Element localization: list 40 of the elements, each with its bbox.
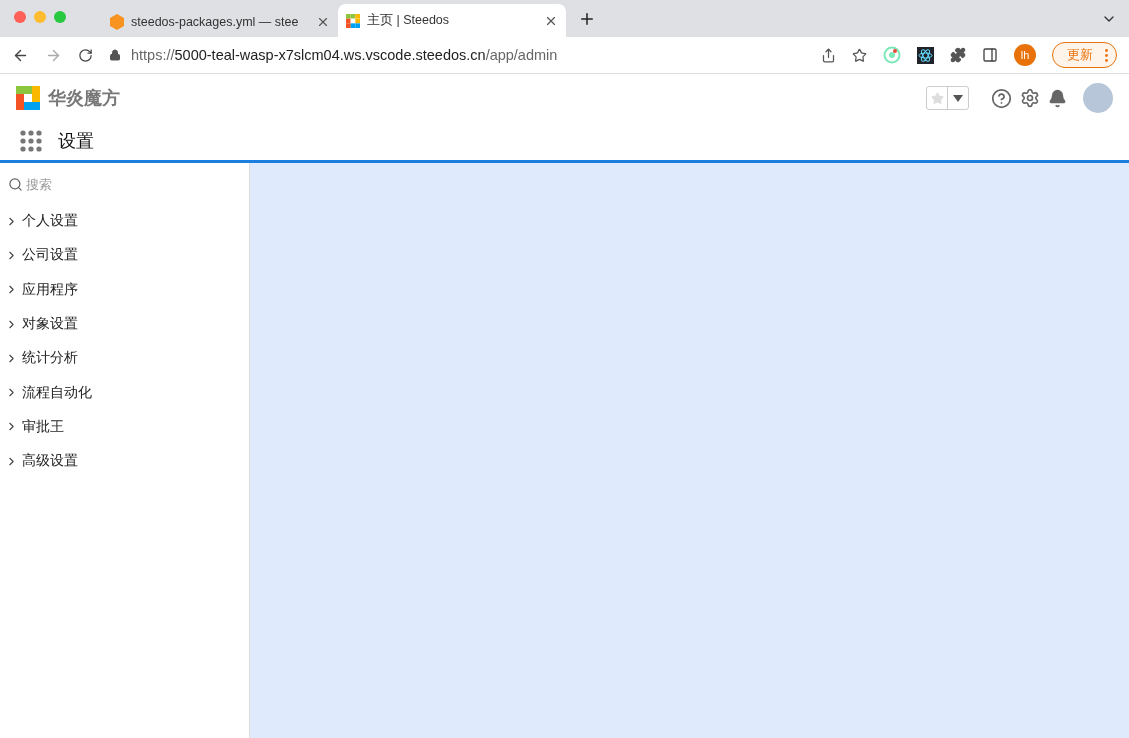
address-field[interactable]: https://5000-teal-wasp-x7slcm04.ws.vscode.steedos.cn/app/admin [131, 47, 558, 63]
search-icon [8, 177, 23, 192]
logo-icon [346, 13, 360, 28]
app-launcher-icon[interactable] [20, 130, 42, 152]
close-icon[interactable] [316, 15, 330, 29]
help-icon[interactable] [991, 87, 1012, 109]
settings-icon[interactable] [1020, 88, 1040, 108]
reload-icon[interactable] [78, 47, 93, 63]
sidebar-item-label: 对象设置 [22, 315, 78, 334]
side-panel-icon[interactable] [982, 47, 998, 63]
logo-text: 华炎魔方 [48, 87, 121, 110]
share-icon[interactable] [821, 47, 836, 63]
app-name: 设置 [58, 130, 94, 153]
atom-extension-icon[interactable] [917, 46, 934, 64]
extensions-icon[interactable] [950, 47, 966, 63]
bell-icon[interactable] [1048, 88, 1067, 108]
more-icon [1105, 48, 1108, 62]
sidebar-item[interactable]: 统计分析 [0, 341, 249, 376]
browser-tab[interactable]: steedos-packages.yml — stee [102, 7, 338, 37]
sidebar-item-label: 审批王 [22, 417, 64, 436]
sidebar-item[interactable]: 审批王 [0, 409, 249, 445]
radar-extension-icon[interactable] [883, 46, 901, 64]
sidebar-item-label: 流程自动化 [22, 383, 92, 402]
browser-tab[interactable]: 主页 | Steedos [338, 4, 566, 37]
sidebar-item[interactable]: 流程自动化 [0, 375, 249, 410]
sidebar-item-label: 高级设置 [22, 452, 78, 471]
logo-icon [16, 86, 40, 110]
sidebar-item[interactable]: 公司设置 [0, 238, 249, 273]
sidebar-item-label: 个人设置 [22, 212, 78, 231]
sidebar-item-label: 应用程序 [22, 280, 78, 299]
lock-icon [109, 49, 121, 61]
bookmark-star-icon[interactable] [852, 47, 867, 63]
sidebar-item[interactable]: 应用程序 [0, 272, 249, 307]
sidebar-item[interactable]: 个人设置 [0, 204, 249, 239]
hexagon-logo-icon [110, 14, 124, 30]
sidebar-item-label: 统计分析 [22, 349, 78, 368]
sidebar-item[interactable]: 高级设置 [0, 444, 249, 479]
favorite-dropdown[interactable] [926, 86, 969, 110]
sidebar-item-label: 公司设置 [22, 246, 78, 265]
sidebar-item[interactable]: 对象设置 [0, 306, 249, 342]
